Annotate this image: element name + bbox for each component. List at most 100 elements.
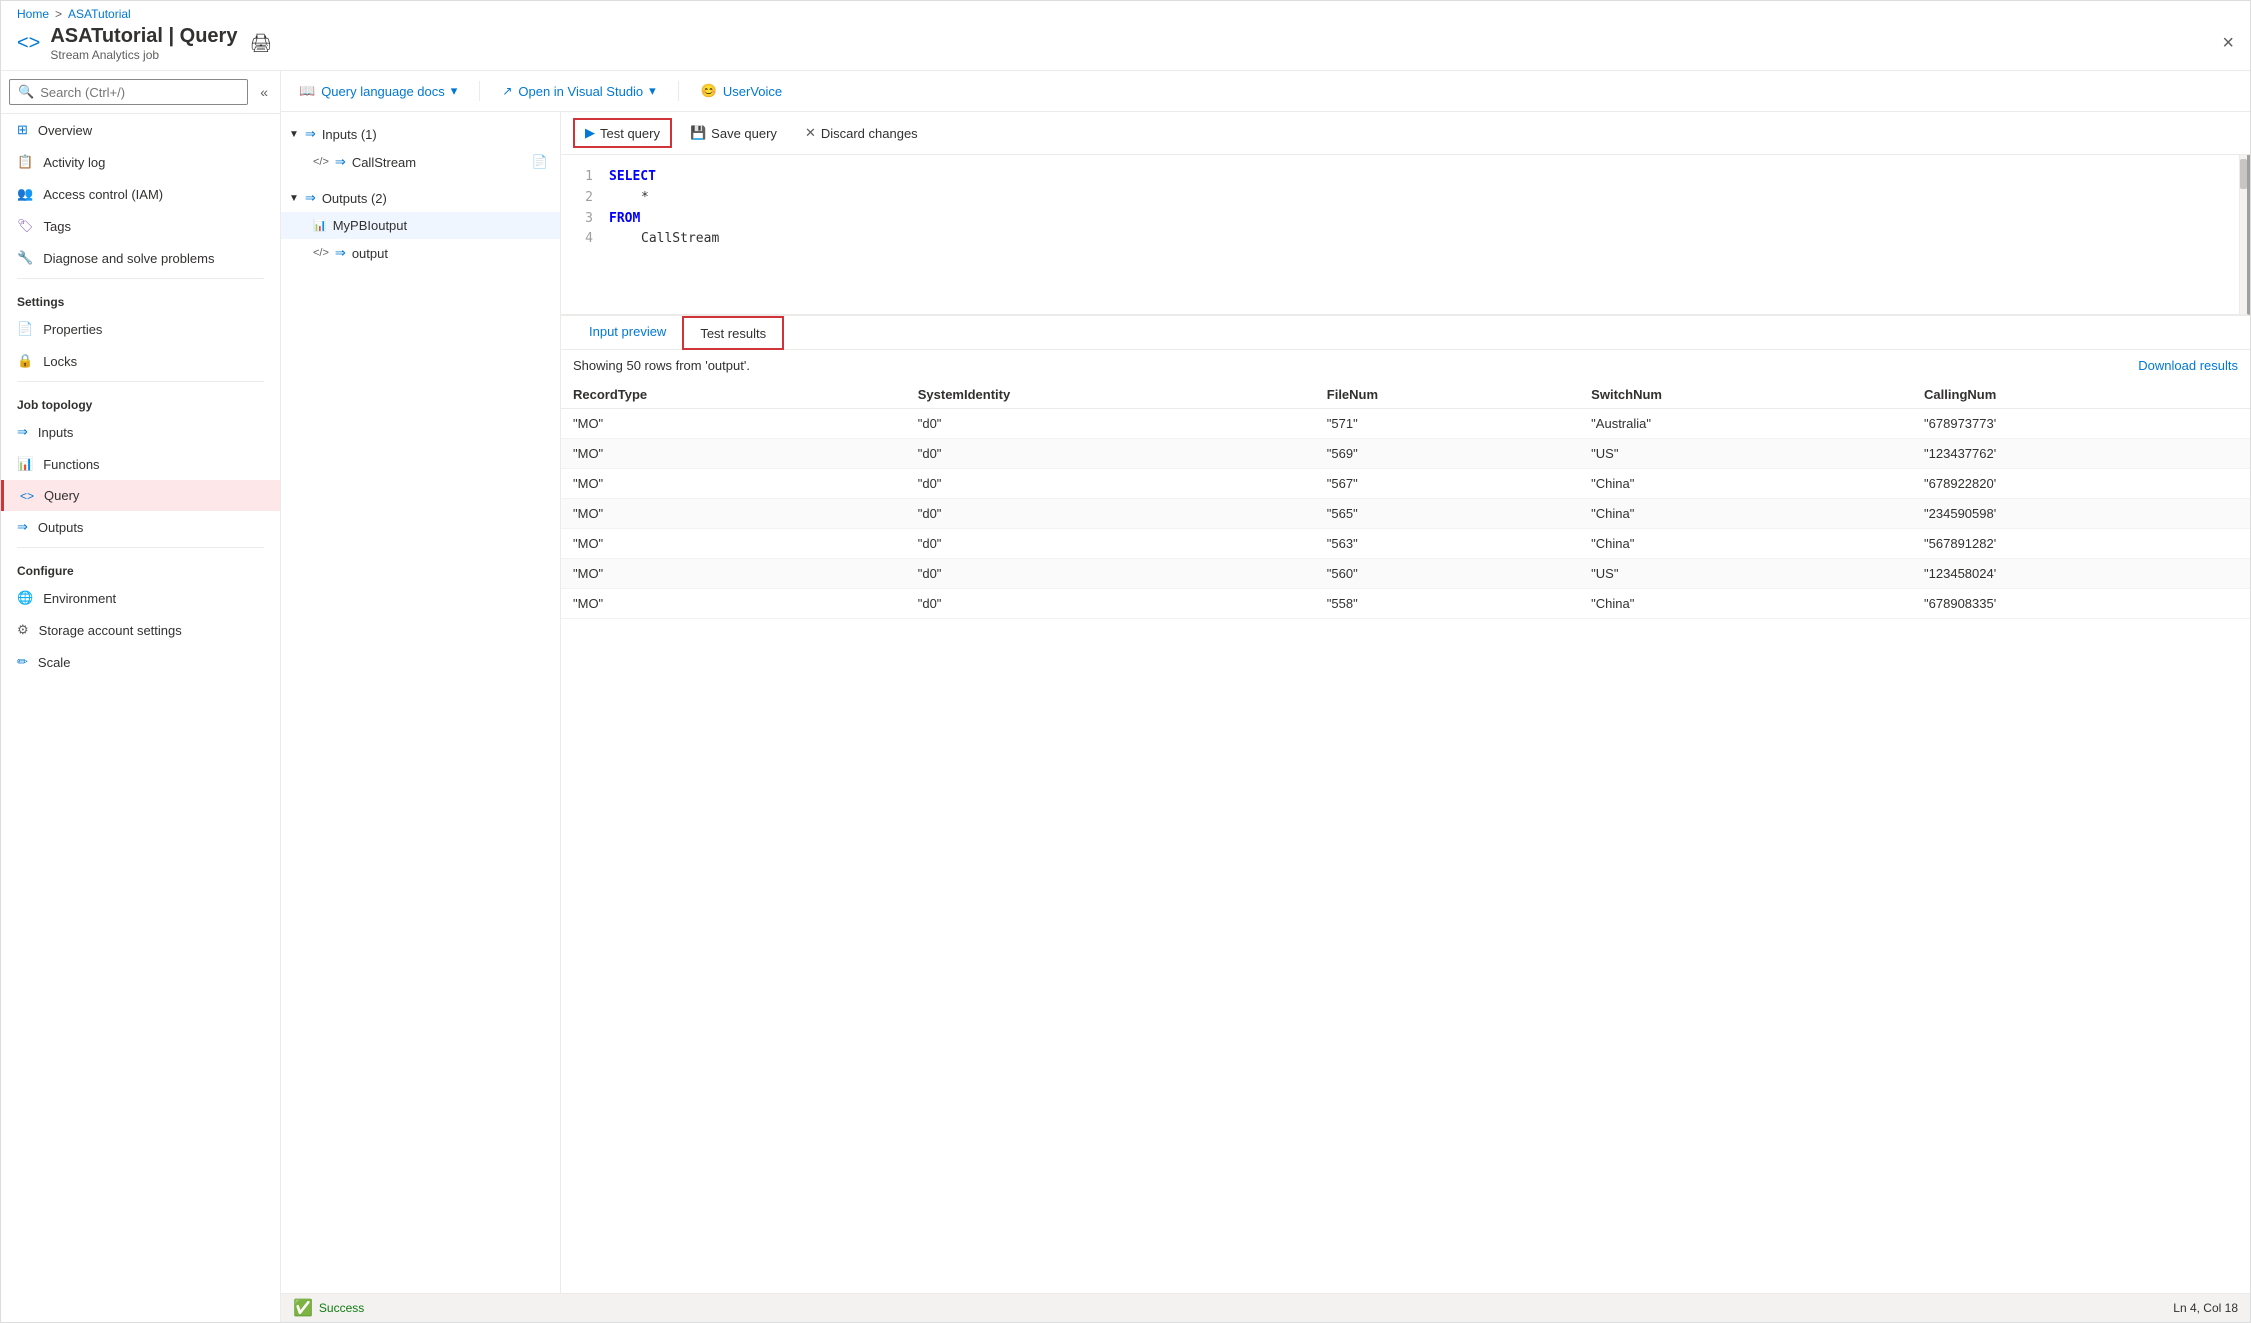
open-vs-label: Open in Visual Studio (518, 84, 643, 99)
inputs-tree-section[interactable]: ▼ ⇒ Inputs (1) (281, 120, 560, 148)
toolbar-separator-2 (678, 81, 679, 101)
environment-icon: 🌐 (17, 590, 33, 606)
save-icon: 💾 (690, 125, 706, 141)
table-cell: "d0" (906, 529, 1315, 559)
table-row: "MO""d0""569""US""123437762' (561, 439, 2250, 469)
output-code-icon: </> (313, 247, 329, 259)
table-cell: "d0" (906, 589, 1315, 619)
play-icon: ▶ (585, 125, 595, 141)
sidebar-item-diagnose[interactable]: 🔧 Diagnose and solve problems (1, 242, 280, 274)
table-cell: "US" (1579, 559, 1912, 589)
pbi-code-icon: 📊 (313, 219, 327, 232)
sidebar-item-locks[interactable]: 🔒 Locks (1, 345, 280, 377)
cursor-position: Ln 4, Col 18 (2173, 1301, 2238, 1315)
outputs-tree-section[interactable]: ▼ ⇒ Outputs (2) (281, 184, 560, 212)
sidebar-item-scale[interactable]: ✏ Scale (1, 646, 280, 678)
sidebar-item-label: Overview (38, 123, 92, 138)
table-cell: "567" (1315, 469, 1579, 499)
code-editor[interactable]: 1 SELECT 2 * 3 FROM (561, 155, 2250, 315)
sidebar-item-inputs[interactable]: ⇒ Inputs (1, 416, 280, 448)
search-icon: 🔍 (18, 84, 34, 100)
table-cell: "d0" (906, 439, 1315, 469)
code-line-1: 1 SELECT (573, 167, 2235, 188)
success-label: Success (319, 1301, 364, 1315)
editor-panel: ▼ ⇒ Inputs (1) </> ⇒ CallStream 📄 ▼ (281, 112, 2250, 1322)
table-row: "MO""d0""560""US""123458024' (561, 559, 2250, 589)
toolbar-separator-1 (479, 81, 480, 101)
test-query-button[interactable]: ▶ Test query (573, 118, 672, 148)
inputs-tree-icon: ⇒ (305, 126, 316, 142)
breadcrumb-current[interactable]: ASATutorial (68, 7, 131, 21)
collapse-sidebar-button[interactable]: « (248, 76, 280, 108)
table-cell: "569" (1315, 439, 1579, 469)
properties-icon: 📄 (17, 321, 33, 337)
success-status: ✅ Success (293, 1298, 364, 1318)
query-icon: <> (20, 489, 34, 503)
table-cell: "China" (1579, 469, 1912, 499)
table-cell: "MO" (561, 559, 906, 589)
sidebar-item-query[interactable]: <> Query (1, 480, 280, 511)
line-content: * (609, 188, 649, 209)
sidebar-item-activity-log[interactable]: 📋 Activity log (1, 146, 280, 178)
sidebar-item-environment[interactable]: 🌐 Environment (1, 582, 280, 614)
table-cell: "678973773' (1912, 409, 2250, 439)
diagnose-icon: 🔧 (17, 250, 33, 266)
col-system-identity: SystemIdentity (906, 381, 1315, 409)
print-icon[interactable]: 🖨 (249, 33, 272, 54)
line-number: 3 (573, 209, 593, 230)
docs-dropdown-icon: ▾ (451, 83, 458, 99)
table-header-row: RecordType SystemIdentity FileNum Switch… (561, 381, 2250, 409)
toolbar: 📖 Query language docs ▾ ↗ Open in Visual… (281, 71, 2250, 112)
sidebar-item-access-control[interactable]: 👥 Access control (IAM) (1, 178, 280, 210)
table-cell: "123437762' (1912, 439, 2250, 469)
external-link-icon: ↗ (502, 84, 512, 98)
discard-changes-button[interactable]: ✕ Discard changes (795, 120, 928, 146)
sidebar-item-properties[interactable]: 📄 Properties (1, 313, 280, 345)
table-cell: "558" (1315, 589, 1579, 619)
sidebar-item-storage-account[interactable]: ⚙ Storage account settings (1, 614, 280, 646)
home-link[interactable]: Home (17, 7, 49, 21)
configure-section-label: Configure (1, 552, 280, 582)
download-results-link[interactable]: Download results (2138, 358, 2238, 373)
results-area: Input preview Test results Showing 50 ro… (561, 315, 2250, 695)
code-line-4: 4 CallStream (573, 229, 2235, 250)
callstream-file-icon: 📄 (532, 154, 548, 170)
sidebar-item-tags[interactable]: 🏷 Tags (1, 210, 280, 242)
sidebar-item-label: Functions (43, 457, 99, 472)
open-in-vs-button[interactable]: ↗ Open in Visual Studio ▾ (496, 79, 661, 103)
output-tree-item[interactable]: </> ⇒ output (281, 239, 560, 267)
table-row: "MO""d0""571""Australia""678973773' (561, 409, 2250, 439)
sidebar-item-overview[interactable]: ⊞ Overview (1, 114, 280, 146)
close-button[interactable]: × (2222, 32, 2234, 55)
table-row: "MO""d0""563""China""567891282' (561, 529, 2250, 559)
table-cell: "China" (1579, 529, 1912, 559)
table-row: "MO""d0""565""China""234590598' (561, 499, 2250, 529)
table-cell: "MO" (561, 439, 906, 469)
success-icon: ✅ (293, 1298, 313, 1318)
query-language-docs-button[interactable]: 📖 Query language docs ▾ (293, 79, 463, 103)
save-query-button[interactable]: 💾 Save query (680, 120, 787, 146)
breadcrumb: Home > ASATutorial (17, 7, 2234, 21)
results-table-wrapper[interactable]: RecordType SystemIdentity FileNum Switch… (561, 381, 2250, 695)
sidebar-item-label: Diagnose and solve problems (43, 251, 214, 266)
sidebar-item-functions[interactable]: 📊 Functions (1, 448, 280, 480)
storage-icon: ⚙ (17, 622, 29, 638)
scale-icon: ✏ (17, 654, 28, 670)
docs-label: Query language docs (321, 84, 445, 99)
sidebar-item-outputs[interactable]: ⇒ Outputs (1, 511, 280, 543)
sidebar-item-label: Access control (IAM) (43, 187, 163, 202)
tab-input-preview[interactable]: Input preview (573, 316, 682, 349)
uservoice-icon: 😊 (701, 83, 717, 99)
showing-rows-text: Showing 50 rows from 'output'. (573, 358, 750, 373)
callstream-input-icon: ⇒ (335, 154, 346, 170)
sidebar-item-label: Environment (43, 591, 116, 606)
sidebar-item-label: Scale (38, 655, 71, 670)
mypbioutput-tree-item[interactable]: 📊 MyPBIoutput (281, 212, 560, 239)
callstream-tree-item[interactable]: </> ⇒ CallStream 📄 (281, 148, 560, 176)
table-cell: "MO" (561, 469, 906, 499)
tab-test-results[interactable]: Test results (682, 316, 784, 350)
col-switch-num: SwitchNum (1579, 381, 1912, 409)
uservoice-button[interactable]: 😊 UserVoice (695, 79, 788, 103)
search-input[interactable] (40, 85, 239, 100)
table-cell: "563" (1315, 529, 1579, 559)
